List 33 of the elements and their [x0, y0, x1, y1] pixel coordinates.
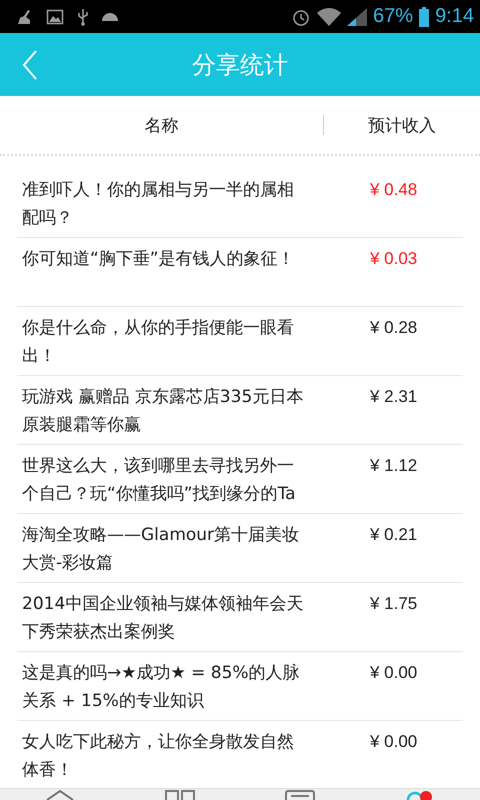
share-title: 你是什么命，从你的手指便能一眼看出！ — [21, 317, 295, 368]
signal-icon — [347, 8, 368, 26]
grid-icon[interactable] — [165, 790, 195, 800]
page-title: 分享统计 — [192, 50, 288, 80]
income-amount: ¥ 2.31 — [370, 386, 418, 408]
income-amount: ¥ 1.75 — [370, 593, 418, 615]
message-icon[interactable] — [285, 790, 315, 800]
income-amount: ¥ 1.12 — [370, 455, 418, 477]
home-icon[interactable] — [45, 790, 75, 800]
share-title: 世界这么大，该到哪里去寻找另外一个自己？玩“你懂我吗”找到缘分的Ta — [21, 455, 297, 506]
battery-icon — [419, 6, 430, 26]
column-header: 预计收入 — [367, 114, 437, 136]
share-title: 女人吃下此秘方，让你全身散发自然体香！ — [21, 731, 295, 782]
income-amount: ¥ 0.00 — [370, 662, 418, 684]
back-icon[interactable] — [22, 50, 38, 80]
income-amount: ¥ 0.03 — [370, 248, 418, 270]
image-icon — [46, 8, 64, 26]
profile-icon[interactable] — [405, 790, 435, 800]
clock: 9:14 — [435, 5, 474, 28]
usb-icon — [76, 8, 90, 26]
income-amount: ¥ 0.21 — [370, 524, 418, 546]
share-title: 你可知道“胸下垂”是有钱人的象征！ — [21, 248, 296, 271]
share-title: 2014中国企业领袖与媒体领袖年会天下秀荣获杰出案例奖 — [21, 593, 304, 644]
column-header: 名称 — [144, 114, 180, 136]
share-title: 这是真的吗→★成功★ = 85%的人脉关系 + 15%的专业知识 — [21, 662, 301, 713]
share-title: 海淘全攻略——Glamour第十届美妆大赏-彩妆篇 — [21, 524, 300, 575]
income-amount: ¥ 0.28 — [370, 317, 418, 339]
battery-percent: 67% — [373, 5, 414, 28]
income-amount: ¥ 0.00 — [370, 731, 418, 753]
wifi-icon — [317, 8, 342, 26]
income-amount: ¥ 0.48 — [370, 179, 418, 201]
share-title: 玩游戏 赢赠品 京东露芯店335元日本原装腿霜等你赢 — [21, 386, 304, 437]
share-title: 准到吓人！你的属相与另一半的属相配吗？ — [21, 179, 295, 230]
